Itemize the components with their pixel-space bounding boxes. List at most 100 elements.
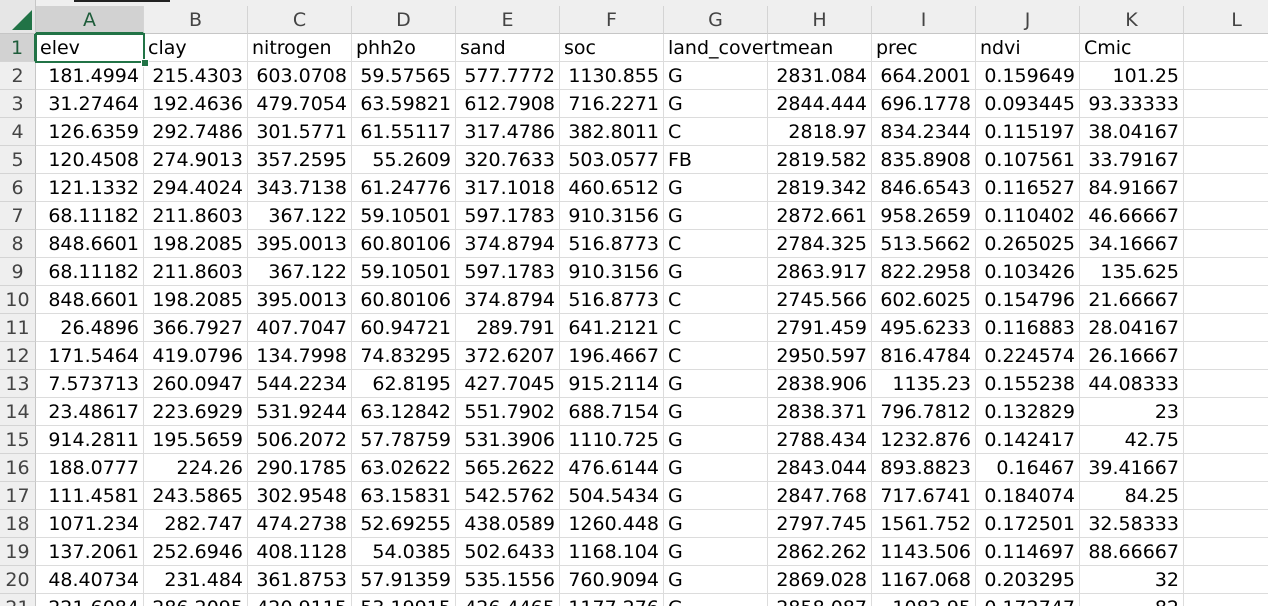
- cell-i6[interactable]: 846.6543: [872, 174, 976, 202]
- cell-a4[interactable]: 126.6359: [36, 118, 144, 146]
- cell-b9[interactable]: 211.8603: [144, 258, 248, 286]
- cell-g12[interactable]: C: [664, 342, 768, 370]
- cell-d7[interactable]: 59.10501: [352, 202, 456, 230]
- cell-e17[interactable]: 542.5762: [456, 482, 560, 510]
- cell-a10[interactable]: 848.6601: [36, 286, 144, 314]
- cell-b14[interactable]: 223.6929: [144, 398, 248, 426]
- cell-h12[interactable]: 2950.597: [768, 342, 872, 370]
- cell-a9[interactable]: 68.11182: [36, 258, 144, 286]
- cell-b17[interactable]: 243.5865: [144, 482, 248, 510]
- cell-h14[interactable]: 2838.371: [768, 398, 872, 426]
- cell-h6[interactable]: 2819.342: [768, 174, 872, 202]
- cell-c16[interactable]: 290.1785: [248, 454, 352, 482]
- cell-c1[interactable]: nitrogen: [248, 34, 352, 62]
- cell-i12[interactable]: 816.4784: [872, 342, 976, 370]
- cell-f4[interactable]: 382.8011: [560, 118, 664, 146]
- cell-d1[interactable]: phh2o: [352, 34, 456, 62]
- cell-c2[interactable]: 603.0708: [248, 62, 352, 90]
- row-header-16[interactable]: 16: [0, 454, 36, 482]
- cell-c13[interactable]: 544.2234: [248, 370, 352, 398]
- cell-a2[interactable]: 181.4994: [36, 62, 144, 90]
- cell-k5[interactable]: 33.79167: [1080, 146, 1184, 174]
- cell-j12[interactable]: 0.224574: [976, 342, 1080, 370]
- cell-b6[interactable]: 294.4024: [144, 174, 248, 202]
- cell-e16[interactable]: 565.2622: [456, 454, 560, 482]
- cell-i5[interactable]: 835.8908: [872, 146, 976, 174]
- cell-e8[interactable]: 374.8794: [456, 230, 560, 258]
- cell-l10[interactable]: [1184, 286, 1268, 314]
- cell-h11[interactable]: 2791.459: [768, 314, 872, 342]
- cell-k2[interactable]: 101.25: [1080, 62, 1184, 90]
- column-header-e[interactable]: E: [456, 6, 560, 34]
- cell-b7[interactable]: 211.8603: [144, 202, 248, 230]
- cell-l15[interactable]: [1184, 426, 1268, 454]
- cell-l9[interactable]: [1184, 258, 1268, 286]
- cell-h9[interactable]: 2863.917: [768, 258, 872, 286]
- cell-j6[interactable]: 0.116527: [976, 174, 1080, 202]
- cell-f9[interactable]: 910.3156: [560, 258, 664, 286]
- cell-i17[interactable]: 717.6741: [872, 482, 976, 510]
- cell-e20[interactable]: 535.1556: [456, 566, 560, 594]
- cell-i4[interactable]: 834.2344: [872, 118, 976, 146]
- cell-c7[interactable]: 367.122: [248, 202, 352, 230]
- cell-f2[interactable]: 1130.855: [560, 62, 664, 90]
- cell-l13[interactable]: [1184, 370, 1268, 398]
- cell-k12[interactable]: 26.16667: [1080, 342, 1184, 370]
- cell-c12[interactable]: 134.7998: [248, 342, 352, 370]
- cell-g11[interactable]: C: [664, 314, 768, 342]
- cell-c11[interactable]: 407.7047: [248, 314, 352, 342]
- cell-k15[interactable]: 42.75: [1080, 426, 1184, 454]
- cell-h10[interactable]: 2745.566: [768, 286, 872, 314]
- cell-b4[interactable]: 292.7486: [144, 118, 248, 146]
- cell-d18[interactable]: 52.69255: [352, 510, 456, 538]
- cell-k4[interactable]: 38.04167: [1080, 118, 1184, 146]
- cell-c8[interactable]: 395.0013: [248, 230, 352, 258]
- cell-l6[interactable]: [1184, 174, 1268, 202]
- cell-k6[interactable]: 84.91667: [1080, 174, 1184, 202]
- cell-j13[interactable]: 0.155238: [976, 370, 1080, 398]
- cell-l5[interactable]: [1184, 146, 1268, 174]
- cell-d9[interactable]: 59.10501: [352, 258, 456, 286]
- cell-f8[interactable]: 516.8773: [560, 230, 664, 258]
- cell-k11[interactable]: 28.04167: [1080, 314, 1184, 342]
- cell-e15[interactable]: 531.3906: [456, 426, 560, 454]
- cell-c6[interactable]: 343.7138: [248, 174, 352, 202]
- cell-j7[interactable]: 0.110402: [976, 202, 1080, 230]
- cell-h17[interactable]: 2847.768: [768, 482, 872, 510]
- cell-h15[interactable]: 2788.434: [768, 426, 872, 454]
- cell-b11[interactable]: 366.7927: [144, 314, 248, 342]
- cell-i21[interactable]: 1083.95: [872, 594, 976, 606]
- cell-g10[interactable]: C: [664, 286, 768, 314]
- cell-c10[interactable]: 395.0013: [248, 286, 352, 314]
- cell-i1[interactable]: prec: [872, 34, 976, 62]
- row-header-18[interactable]: 18: [0, 510, 36, 538]
- cell-i2[interactable]: 664.2001: [872, 62, 976, 90]
- cell-j16[interactable]: 0.16467: [976, 454, 1080, 482]
- cell-c20[interactable]: 361.8753: [248, 566, 352, 594]
- cell-k18[interactable]: 32.58333: [1080, 510, 1184, 538]
- cell-a19[interactable]: 137.2061: [36, 538, 144, 566]
- cell-b21[interactable]: 286.2095: [144, 594, 248, 606]
- cell-d2[interactable]: 59.57565: [352, 62, 456, 90]
- cell-e3[interactable]: 612.7908: [456, 90, 560, 118]
- cell-k8[interactable]: 34.16667: [1080, 230, 1184, 258]
- cell-i20[interactable]: 1167.068: [872, 566, 976, 594]
- cell-k13[interactable]: 44.08333: [1080, 370, 1184, 398]
- cell-f1[interactable]: soc: [560, 34, 664, 62]
- row-header-10[interactable]: 10: [0, 286, 36, 314]
- row-header-3[interactable]: 3: [0, 90, 36, 118]
- column-header-d[interactable]: D: [352, 6, 456, 34]
- cell-d14[interactable]: 63.12842: [352, 398, 456, 426]
- cell-b18[interactable]: 282.747: [144, 510, 248, 538]
- cell-h1[interactable]: tmean: [768, 34, 872, 62]
- cell-i14[interactable]: 796.7812: [872, 398, 976, 426]
- cell-c9[interactable]: 367.122: [248, 258, 352, 286]
- cell-l12[interactable]: [1184, 342, 1268, 370]
- column-header-i[interactable]: I: [872, 6, 976, 34]
- cell-d6[interactable]: 61.24776: [352, 174, 456, 202]
- cell-h2[interactable]: 2831.084: [768, 62, 872, 90]
- cell-d4[interactable]: 61.55117: [352, 118, 456, 146]
- cell-b16[interactable]: 224.26: [144, 454, 248, 482]
- cell-a5[interactable]: 120.4508: [36, 146, 144, 174]
- cell-l17[interactable]: [1184, 482, 1268, 510]
